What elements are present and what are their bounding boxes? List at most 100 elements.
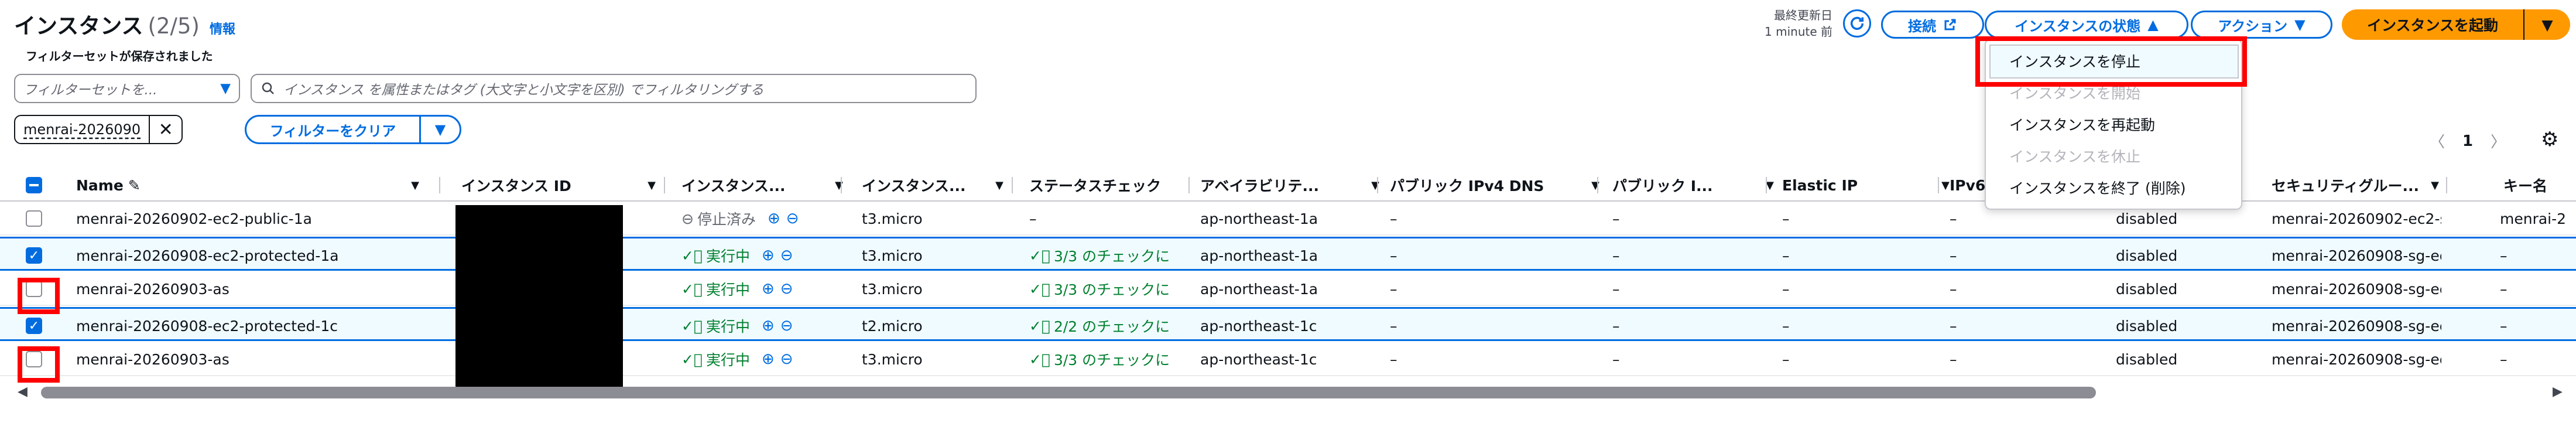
instance-name: menrai-20260902-ec2-public-1a bbox=[76, 210, 312, 227]
page-number[interactable]: 1 bbox=[2462, 132, 2473, 150]
launch-instance-button[interactable]: インスタンスを起動 ▼ bbox=[2342, 9, 2570, 40]
table-row[interactable]: menrai-20260903-as ✓⃝ 実行中 ⊕⊖ t3.micro ✓⃝ 3/3 の… bbox=[0, 272, 2576, 306]
search-input[interactable]: インスタンス を属性またはタグ (大文字と小文字を区別) でフィルタリングする bbox=[251, 74, 977, 103]
filter-token-text: menrai-2026090 bbox=[15, 116, 150, 143]
column-header[interactable]: Elastic IP ▼ bbox=[1782, 169, 1958, 202]
row-checkbox[interactable]: ✓ bbox=[26, 247, 42, 264]
key-name: – bbox=[2500, 350, 2508, 368]
running-icon: ✓⃝ bbox=[681, 247, 703, 264]
scroll-right-icon[interactable]: ▶ bbox=[2553, 384, 2563, 399]
menu-item-hibernate[interactable]: インスタンスを休止 bbox=[2009, 145, 2140, 166]
filter-token[interactable]: menrai-2026090 ✕ bbox=[14, 115, 183, 144]
table-row[interactable]: ✓ menrai-20260908-ec2-protected-1a ✓⃝ 実行中 ⊕⊖… bbox=[0, 237, 2576, 271]
zoom-icons[interactable]: ⊕⊖ bbox=[768, 210, 805, 227]
scroll-left-icon[interactable]: ◀ bbox=[18, 384, 28, 399]
chevron-right-icon[interactable]: 〉 bbox=[2491, 130, 2506, 152]
column-header[interactable]: ステータスチェック bbox=[1029, 169, 1187, 202]
availability-zone: ap-northeast-1c bbox=[1200, 350, 1317, 368]
column-header[interactable]: インスタンス... ▼ bbox=[681, 169, 851, 202]
check-icon: ✓⃝ bbox=[1029, 350, 1050, 368]
instance-type: t3.micro bbox=[862, 247, 923, 264]
elastic-ip: – bbox=[1782, 210, 1790, 227]
zoom-icons[interactable]: ⊕⊖ bbox=[762, 317, 799, 335]
pagination: 〈 1 〉 bbox=[2430, 130, 2506, 152]
security-group: menrai-20260908-sg-ec2 bbox=[2272, 247, 2441, 264]
zoom-icons[interactable]: ⊕⊖ bbox=[762, 280, 799, 298]
connect-label: 接続 bbox=[1908, 18, 1936, 35]
highlight-box bbox=[18, 346, 60, 383]
filterset-select[interactable]: フィルターセットを... ▼ bbox=[14, 74, 240, 103]
availability-zone: ap-northeast-1c bbox=[1200, 317, 1317, 335]
instance-name: menrai-20260908-ec2-protected-1c bbox=[76, 317, 338, 335]
caret-down-icon[interactable]: ▼ bbox=[421, 121, 460, 138]
security-group: menrai-20260908-sg-ec2 bbox=[2272, 317, 2441, 335]
close-icon[interactable]: ✕ bbox=[150, 120, 181, 140]
column-header[interactable]: パブリック I... ▼ bbox=[1612, 169, 1782, 202]
launch-dropdown-caret-icon[interactable]: ▼ bbox=[2524, 16, 2570, 33]
sort-icon: ▼ bbox=[2431, 179, 2439, 192]
actions-button[interactable]: アクション ▼ bbox=[2191, 11, 2332, 39]
actions-label: アクション bbox=[2218, 18, 2288, 35]
status-check-text: 3/3 のチェックに bbox=[1053, 281, 1170, 298]
instance-state-button[interactable]: インスタンスの状態 ▲ bbox=[1985, 11, 2188, 39]
elastic-ip: – bbox=[1782, 317, 1790, 335]
table-row[interactable]: menrai-20260903-as ✓⃝ 実行中 ⊕⊖ t3.micro ✓⃝ 3/3 の… bbox=[0, 342, 2576, 376]
public-ip: – bbox=[1612, 350, 1620, 368]
column-header[interactable]: Name ✎ ▼ bbox=[76, 169, 427, 202]
search-icon bbox=[262, 82, 274, 94]
last-updated-value: 1 minute 前 bbox=[1765, 25, 1832, 39]
instance-type: t3.micro bbox=[862, 210, 923, 227]
column-header[interactable]: キー名 bbox=[2503, 169, 2576, 202]
availability-zone: ap-northeast-1a bbox=[1200, 247, 1318, 264]
connect-button[interactable]: 接続 bbox=[1881, 11, 1984, 39]
clear-filters-label[interactable]: フィルターをクリア bbox=[246, 117, 421, 142]
instance-state-text: 実行中 bbox=[705, 281, 750, 298]
security-group: menrai-20260908-sg-ec2 bbox=[2272, 280, 2441, 298]
public-dns: – bbox=[1390, 247, 1397, 264]
sort-icon: ▼ bbox=[1766, 179, 1774, 192]
column-header[interactable]: アベイラビリテ... ▼ bbox=[1200, 169, 1388, 202]
ipv6: – bbox=[1950, 247, 1957, 264]
external-link-icon bbox=[1944, 19, 1956, 30]
refresh-button[interactable] bbox=[1843, 9, 1871, 38]
column-header[interactable]: セキュリティグルー... ▼ bbox=[2272, 169, 2447, 202]
menu-item-reboot[interactable]: インスタンスを再起動 bbox=[2009, 114, 2155, 135]
elastic-ip: – bbox=[1782, 350, 1790, 368]
key-name: – bbox=[2500, 317, 2508, 335]
zoom-icons[interactable]: ⊕⊖ bbox=[762, 350, 799, 368]
sort-icon: ▼ bbox=[995, 179, 1003, 192]
status-check: ✓⃝ 3/3 のチェックに bbox=[1029, 342, 1187, 376]
row-checkbox[interactable] bbox=[26, 210, 42, 227]
availability-zone: ap-northeast-1a bbox=[1200, 210, 1318, 227]
menu-item-terminate[interactable]: インスタンスを終了 (削除) bbox=[2009, 177, 2186, 198]
instance-state-label: インスタンスの状態 bbox=[2015, 18, 2141, 35]
clear-filters-button[interactable]: フィルターをクリア ▼ bbox=[245, 115, 461, 144]
column-header[interactable]: インスタンス... ▼ bbox=[862, 169, 1012, 202]
status-check-text: 2/2 のチェックに bbox=[1053, 318, 1170, 335]
gear-icon[interactable]: ⚙ bbox=[2541, 128, 2558, 151]
running-icon: ✓⃝ bbox=[681, 350, 703, 368]
instance-state-text: 停止済み bbox=[697, 211, 756, 228]
status-check: – bbox=[1029, 202, 1187, 236]
key-name: – bbox=[2500, 280, 2508, 298]
launch-instance-main[interactable]: インスタンスを起動 bbox=[2342, 9, 2524, 40]
column-header[interactable]: パブリック IPv4 DNS ▼ bbox=[1390, 169, 1608, 202]
select-all-checkbox[interactable] bbox=[26, 177, 42, 193]
security-group: menrai-20260908-sg-ec2 bbox=[2272, 350, 2441, 368]
chevron-left-icon[interactable]: 〈 bbox=[2430, 130, 2445, 152]
caret-down-icon: ▼ bbox=[2294, 16, 2306, 33]
zoom-icons[interactable]: ⊕⊖ bbox=[762, 247, 799, 264]
public-dns: – bbox=[1390, 210, 1397, 227]
instance-name: menrai-20260908-ec2-protected-1a bbox=[76, 247, 339, 264]
column-header[interactable]: インスタンス ID ▼ bbox=[461, 169, 664, 202]
scrollbar-thumb[interactable] bbox=[41, 387, 2096, 398]
edit-icon: ✎ bbox=[128, 176, 141, 194]
status-check: ✓⃝ 3/3 のチェックに bbox=[1029, 272, 1187, 306]
info-link[interactable]: 情報 bbox=[210, 19, 235, 38]
table-row[interactable]: ✓ menrai-20260908-ec2-protected-1c ✓⃝ 実行中 ⊕⊖… bbox=[0, 307, 2576, 341]
page-title-text: インスタンス bbox=[14, 13, 143, 39]
public-dns: – bbox=[1390, 280, 1397, 298]
status-check-text: 3/3 のチェックに bbox=[1053, 248, 1170, 265]
row-checkbox[interactable]: ✓ bbox=[26, 318, 42, 334]
instance-state-text: 実行中 bbox=[705, 352, 750, 369]
